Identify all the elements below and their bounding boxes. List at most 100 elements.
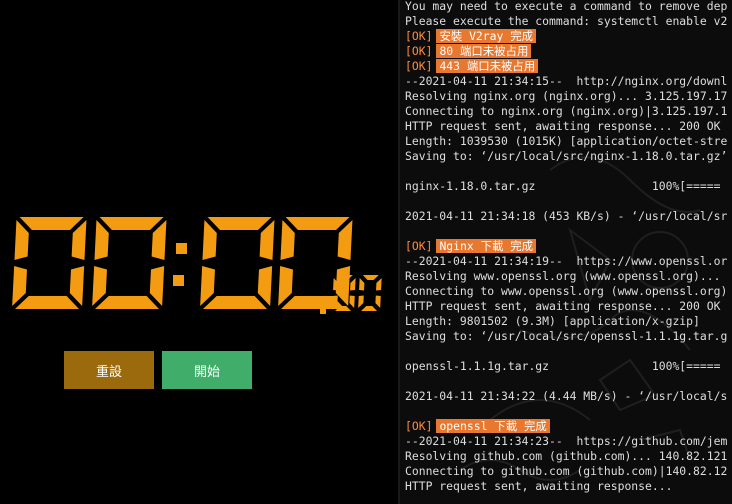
terminal-text: Resolving nginx.org (nginx.org)... 3.125… [405, 89, 728, 103]
terminal-line: [OK] 80 端口未被占用 [405, 44, 732, 59]
terminal-line: Please execute the command: systemctl en… [405, 14, 732, 29]
terminal-text: Resolving www.openssl.org (www.openssl.o… [405, 269, 728, 283]
digit-segment-f [14, 220, 29, 260]
seconds-digit [278, 217, 353, 309]
digit-segment-e [358, 295, 364, 308]
terminal-line: openssl-1.1.1g.tar.gz 100%[===== [405, 359, 732, 374]
terminal-text: Saving to: ‘/usr/local/src/openssl-1.1.1… [405, 329, 728, 343]
terminal-text: 2021-04-11 21:34:18 (453 KB/s) - ‘/usr/l… [405, 209, 728, 223]
terminal-text: --2021-04-11 21:34:23-- https://github.c… [405, 434, 728, 448]
digit-segment-c [69, 266, 85, 306]
terminal-line: Connecting to nginx.org (nginx.org)|3.12… [405, 104, 732, 119]
terminal-line: 2021-04-11 21:34:18 (453 KB/s) - ‘/usr/l… [405, 209, 732, 224]
reset-button[interactable]: 重設 [64, 351, 154, 389]
digit-segment-a [99, 217, 164, 230]
terminal-line: Saving to: ‘/usr/local/src/nginx-1.18.0.… [405, 149, 732, 164]
terminal-line: HTTP request sent, awaiting response... … [405, 299, 732, 314]
terminal-text: nginx-1.18.0.tar.gz 100%[===== [405, 179, 721, 193]
terminal-line: 2021-04-11 21:34:22 (4.44 MB/s) - ‘/usr/… [405, 389, 732, 404]
terminal-text: Saving to: ‘/usr/local/src/nginx-1.18.0.… [405, 149, 728, 163]
digit-segment-f [280, 220, 295, 260]
digit-segment-a [362, 275, 379, 280]
digit-segment-b [350, 278, 356, 291]
status-message: 80 端口未被占用 [436, 44, 532, 58]
terminal-line: Length: 1039530 (1015K) [application/oct… [405, 134, 732, 149]
terminal-line: Resolving nginx.org (nginx.org)... 3.125… [405, 89, 732, 104]
digit-segment-a [207, 217, 272, 230]
terminal-line: You may need to execute a command to rem… [405, 0, 732, 14]
terminal-text: HTTP request sent, awaiting response... [405, 479, 673, 493]
decimal-point [320, 308, 326, 314]
terminal-line: [OK] Nginx 下載 完成 [405, 239, 732, 254]
minutes-digit [92, 217, 167, 309]
terminal-line: Length: 9801502 (9.3M) [application/x-gz… [405, 314, 732, 329]
terminal-line: HTTP request sent, awaiting response... … [405, 119, 732, 134]
terminal-line: --2021-04-11 21:34:15-- http://nginx.org… [405, 74, 732, 89]
terminal-text: openssl-1.1.1g.tar.gz 100%[===== [405, 359, 721, 373]
terminal-line: nginx-1.18.0.tar.gz 100%[===== [405, 179, 732, 194]
stopwatch-panel: 重設 開始 [0, 0, 398, 504]
terminal-text: Resolving github.com (github.com)... 140… [405, 449, 728, 463]
status-message: openssl 下載 完成 [436, 419, 550, 433]
digit-segment-c [257, 266, 273, 306]
terminal-text: Connecting to nginx.org (nginx.org)|3.12… [405, 104, 728, 118]
minutes-digit [12, 217, 87, 309]
digit-segment-a [285, 217, 350, 230]
terminal-line: --2021-04-11 21:34:23-- https://github.c… [405, 434, 732, 449]
digit-segment-c [349, 295, 355, 308]
centiseconds-digit [358, 275, 382, 311]
terminal-line: Connecting to github.com (github.com)|14… [405, 464, 732, 479]
terminal-text: --2021-04-11 21:34:19-- https://www.open… [405, 254, 728, 268]
digit-segment-c [375, 295, 381, 308]
digit-segment-c [149, 266, 165, 306]
status-message: Nginx 下載 完成 [436, 239, 537, 253]
stopwatch-display [12, 217, 382, 314]
ok-tag: [OK] [405, 59, 433, 73]
terminal-line: Connecting to www.openssl.org (www.opens… [405, 284, 732, 299]
terminal-line: [OK] 安裝 V2ray 完成 [405, 29, 732, 44]
digit-segment-d [15, 296, 79, 309]
status-message: 443 端口未被占用 [436, 59, 539, 73]
terminal-text: --2021-04-11 21:34:15-- http://nginx.org… [405, 74, 728, 88]
terminal-text: Connecting to www.openssl.org (www.opens… [405, 284, 728, 298]
terminal-line: Resolving github.com (github.com)... 140… [405, 449, 732, 464]
terminal-text: 2021-04-11 21:34:22 (4.44 MB/s) - ‘/usr/… [405, 389, 728, 403]
terminal-line: --2021-04-11 21:34:19-- https://www.open… [405, 254, 732, 269]
ok-tag: [OK] [405, 239, 433, 253]
terminal-line: [OK] 443 端口未被占用 [405, 59, 732, 74]
ok-tag: [OK] [405, 419, 433, 433]
start-button[interactable]: 開始 [162, 351, 252, 389]
terminal-text: Please execute the command: systemctl en… [405, 14, 728, 28]
terminal-text: Length: 9801502 (9.3M) [application/x-gz… [405, 314, 700, 328]
terminal-line: HTTP request sent, awaiting response... [405, 479, 732, 494]
terminal-text: Connecting to github.com (github.com)|14… [405, 464, 728, 478]
digit-segment-f [202, 220, 217, 260]
terminal-text: Length: 1039530 (1015K) [application/oct… [405, 134, 728, 148]
digit-segment-a [19, 217, 84, 230]
digit-segment-f [359, 278, 365, 291]
terminal-output[interactable]: You may need to execute a command to rem… [400, 0, 732, 504]
digit-segment-d [203, 296, 267, 309]
terminal-text: HTTP request sent, awaiting response... … [405, 119, 721, 133]
digit-segment-d [95, 296, 159, 309]
status-message: 安裝 V2ray 完成 [436, 29, 537, 43]
terminal-line: Saving to: ‘/usr/local/src/openssl-1.1.1… [405, 329, 732, 344]
ok-tag: [OK] [405, 29, 433, 43]
terminal-text: You may need to execute a command to rem… [405, 0, 728, 13]
terminal-lines: You may need to execute a command to rem… [405, 0, 732, 494]
digit-segment-f [94, 220, 109, 260]
ok-tag: [OK] [405, 44, 433, 58]
terminal-line: Resolving www.openssl.org (www.openssl.o… [405, 269, 732, 284]
terminal-text: HTTP request sent, awaiting response... … [405, 299, 721, 313]
terminal-line: [OK] openssl 下載 完成 [405, 419, 732, 434]
seconds-digit [200, 217, 275, 309]
digit-segment-d [361, 306, 377, 311]
digit-segment-b [376, 278, 382, 291]
colon-separator [173, 243, 187, 286]
